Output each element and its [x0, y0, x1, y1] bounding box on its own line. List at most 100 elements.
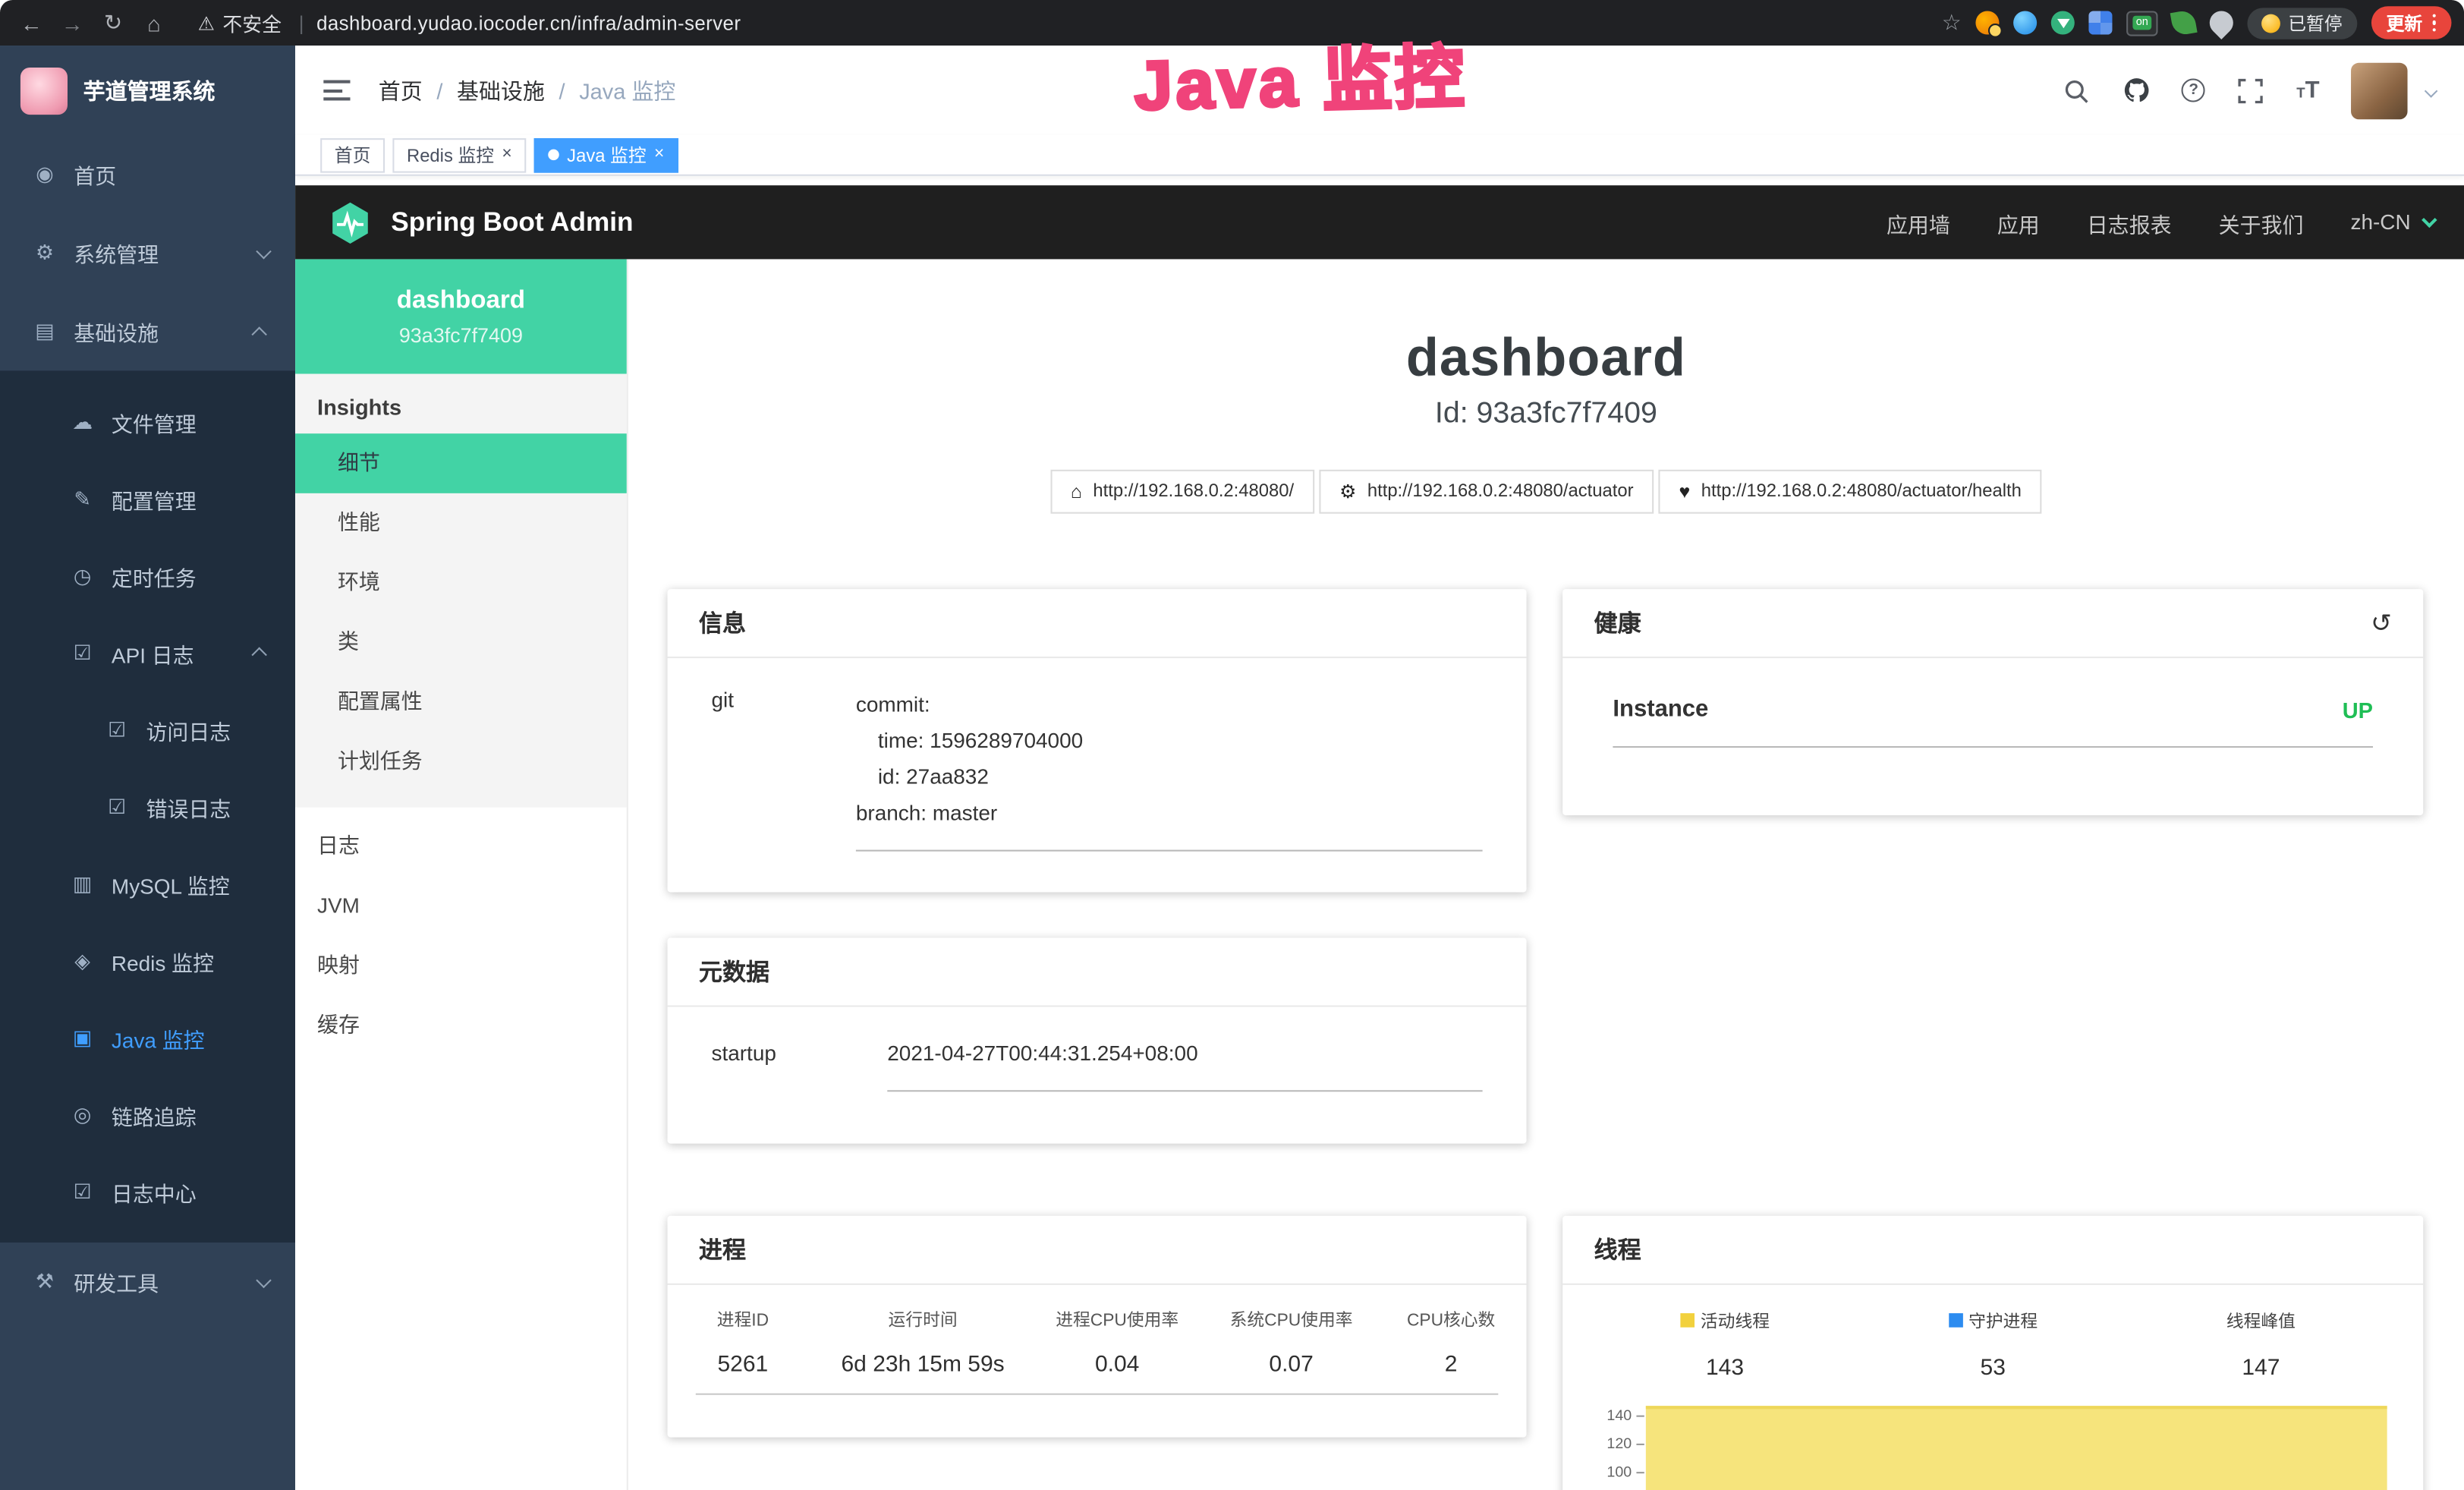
- active-dot: [548, 150, 559, 160]
- sba-item-scheduled-tasks[interactable]: 计划任务: [295, 732, 627, 792]
- chevron-down-icon: [2422, 213, 2437, 228]
- sba-item-details[interactable]: 细节: [295, 433, 627, 493]
- sidebar-item-mysql[interactable]: ▥ MySQL 监控: [0, 845, 295, 921]
- tools-icon: ⚒: [31, 1269, 58, 1294]
- sidebar-item-access-logs[interactable]: ☑ 访问日志: [0, 691, 295, 768]
- divider: |: [299, 12, 304, 34]
- reload-icon[interactable]: ↻: [94, 5, 132, 40]
- sba-nav-applications[interactable]: 应用: [1997, 206, 2040, 238]
- close-icon[interactable]: ×: [502, 146, 511, 163]
- sba-nav-wallboard[interactable]: 应用墙: [1887, 206, 1950, 238]
- tab-redis-monitor[interactable]: Redis 监控 ×: [392, 137, 526, 172]
- health-instance-label: Instance: [1613, 696, 1708, 723]
- metadata-card-title: 元数据: [668, 937, 1527, 1006]
- live-threads-value: 143: [1591, 1356, 1858, 1381]
- info-card-title: 信息: [668, 589, 1527, 658]
- home-icon[interactable]: ⌂: [135, 5, 173, 40]
- fullscreen-icon[interactable]: [2237, 76, 2265, 104]
- sba-item-logs[interactable]: 日志: [295, 817, 627, 877]
- info-line: branch: master: [856, 795, 1483, 831]
- sidebar-item-system[interactable]: ⚙ 系统管理: [0, 213, 295, 291]
- status-badge: UP: [2343, 697, 2373, 722]
- sba-item-metrics[interactable]: 性能: [295, 493, 627, 553]
- sidebar-item-infra[interactable]: ▤ 基础设施: [0, 292, 295, 370]
- locale-select[interactable]: zh-CN: [2350, 210, 2432, 234]
- sidebar-item-redis[interactable]: ◈ Redis 监控: [0, 922, 295, 999]
- address-bar[interactable]: dashboard.yudao.iocoder.cn/infra/admin-s…: [316, 12, 741, 34]
- sidebar-item-error-logs[interactable]: ☑ 错误日志: [0, 768, 295, 845]
- page-subtitle: Id: 93a3fc7f7409: [628, 398, 2464, 433]
- sba-nav-journal[interactable]: 日志报表: [2087, 206, 2172, 238]
- close-icon[interactable]: ×: [654, 146, 664, 163]
- dashboard-cards: 信息 git commit: time: 1596289704000 id: 2…: [628, 589, 2464, 1490]
- threads-card-title: 线程: [1562, 1216, 2423, 1285]
- emoji-face-icon: [2261, 14, 2280, 33]
- screen: ← → ↻ ⌂ ⚠ 不安全 | dashboard.yudao.iocoder.…: [0, 0, 2464, 1490]
- vue-extension-icon[interactable]: [2051, 11, 2075, 34]
- sidebar-item-jobs[interactable]: ◷ 定时任务: [0, 537, 295, 614]
- daemon-threads-value: 53: [1859, 1356, 2127, 1381]
- help-icon[interactable]: ?: [2182, 78, 2205, 102]
- chevron-up-icon: [251, 326, 266, 341]
- sidebar-item-home[interactable]: ◉ 首页: [0, 135, 295, 213]
- forward-icon[interactable]: →: [53, 5, 91, 40]
- sidebar-item-devtools[interactable]: ⚒ 研发工具: [0, 1243, 295, 1321]
- hamburger-icon[interactable]: [323, 80, 350, 101]
- leaf-extension-icon[interactable]: [2170, 9, 2198, 36]
- sba-nav-about[interactable]: 关于我们: [2219, 206, 2304, 238]
- sba-item-classes[interactable]: 类: [295, 613, 627, 673]
- bookmark-star-icon[interactable]: ☆: [1942, 9, 1962, 36]
- metric-uptime: 运行时间 6d 23h 15m 59s: [841, 1307, 1004, 1378]
- admin-sidebar: 芋道管理系统 ◉ 首页 ⚙ 系统管理 ▤ 基础设施 ☁ 文件管理: [0, 46, 295, 1490]
- actuator-url-link[interactable]: ⚙ http://192.168.0.2:48080/actuator: [1319, 470, 1654, 514]
- health-url-link[interactable]: ♥ http://192.168.0.2:48080/actuator/heal…: [1659, 470, 2042, 514]
- y-axis: 140 120 100: [1591, 1401, 1644, 1486]
- chevron-up-icon: [251, 647, 266, 663]
- paused-label: 已暂停: [2288, 10, 2342, 35]
- user-avatar[interactable]: [2351, 62, 2408, 119]
- sidebar-item-log-center[interactable]: ☑ 日志中心: [0, 1153, 295, 1230]
- database-icon: ▥: [69, 871, 96, 896]
- sba-item-mappings[interactable]: 映射: [295, 936, 627, 996]
- chevron-down-icon[interactable]: [2425, 83, 2438, 97]
- profile-paused-chip[interactable]: 已暂停: [2247, 7, 2356, 38]
- back-icon[interactable]: ←: [13, 5, 51, 40]
- sidebar-item-java-monitor[interactable]: ▣ Java 监控: [0, 999, 295, 1076]
- log-icon: ☑: [104, 794, 131, 819]
- sba-item-caches[interactable]: 缓存: [295, 996, 627, 1056]
- menu-kebab-icon[interactable]: [2432, 14, 2436, 32]
- breadcrumb-home[interactable]: 首页: [379, 74, 423, 106]
- github-icon[interactable]: [2123, 76, 2151, 104]
- home-icon: ⌂: [1071, 480, 1082, 502]
- grid-extension-icon[interactable]: [2088, 11, 2112, 34]
- metric-system-cpu: 系统CPU使用率 0.07: [1230, 1307, 1353, 1378]
- sba-item-configprops[interactable]: 配置属性: [295, 673, 627, 732]
- sidebar-item-api-logs[interactable]: ☑ API 日志: [0, 614, 295, 691]
- sidebar-item-files[interactable]: ☁ 文件管理: [0, 383, 295, 460]
- process-card-title: 进程: [668, 1216, 1527, 1285]
- drop-extension-icon[interactable]: [2013, 11, 2037, 34]
- sba-item-jvm[interactable]: JVM: [295, 877, 627, 937]
- security-chip[interactable]: ⚠ 不安全 |: [198, 8, 313, 37]
- sba-brand[interactable]: Spring Boot Admin: [326, 199, 633, 246]
- gear-icon: ⚙: [31, 241, 58, 266]
- sba-item-environment[interactable]: 环境: [295, 553, 627, 613]
- tab-home[interactable]: 首页: [320, 137, 385, 172]
- search-icon[interactable]: [2063, 76, 2091, 104]
- instance-block[interactable]: dashboard 93a3fc7f7409: [295, 259, 627, 373]
- sidebar-item-tracing[interactable]: ◎ 链路追踪: [0, 1076, 295, 1153]
- yellow-swatch-icon: [1680, 1313, 1695, 1328]
- fox-extension-icon[interactable]: [1975, 11, 1999, 34]
- history-icon[interactable]: ↺: [2371, 607, 2392, 638]
- update-button[interactable]: 更新: [2371, 6, 2452, 39]
- chevron-down-icon: [256, 243, 271, 258]
- service-url-link[interactable]: ⌂ http://192.168.0.2:48080/: [1050, 470, 1314, 514]
- tab-java-monitor[interactable]: Java 监控 ×: [534, 137, 678, 172]
- breadcrumb-infra[interactable]: 基础设施: [457, 74, 545, 106]
- sidebar-item-config[interactable]: ✎ 配置管理: [0, 460, 295, 537]
- font-size-icon[interactable]: [2296, 77, 2319, 103]
- on-badge-extension-icon[interactable]: on: [2126, 10, 2157, 35]
- breadcrumb: 首页 / 基础设施 / Java 监控: [379, 74, 676, 106]
- info-key: git: [711, 686, 855, 851]
- pin-extension-icon[interactable]: [2204, 6, 2238, 39]
